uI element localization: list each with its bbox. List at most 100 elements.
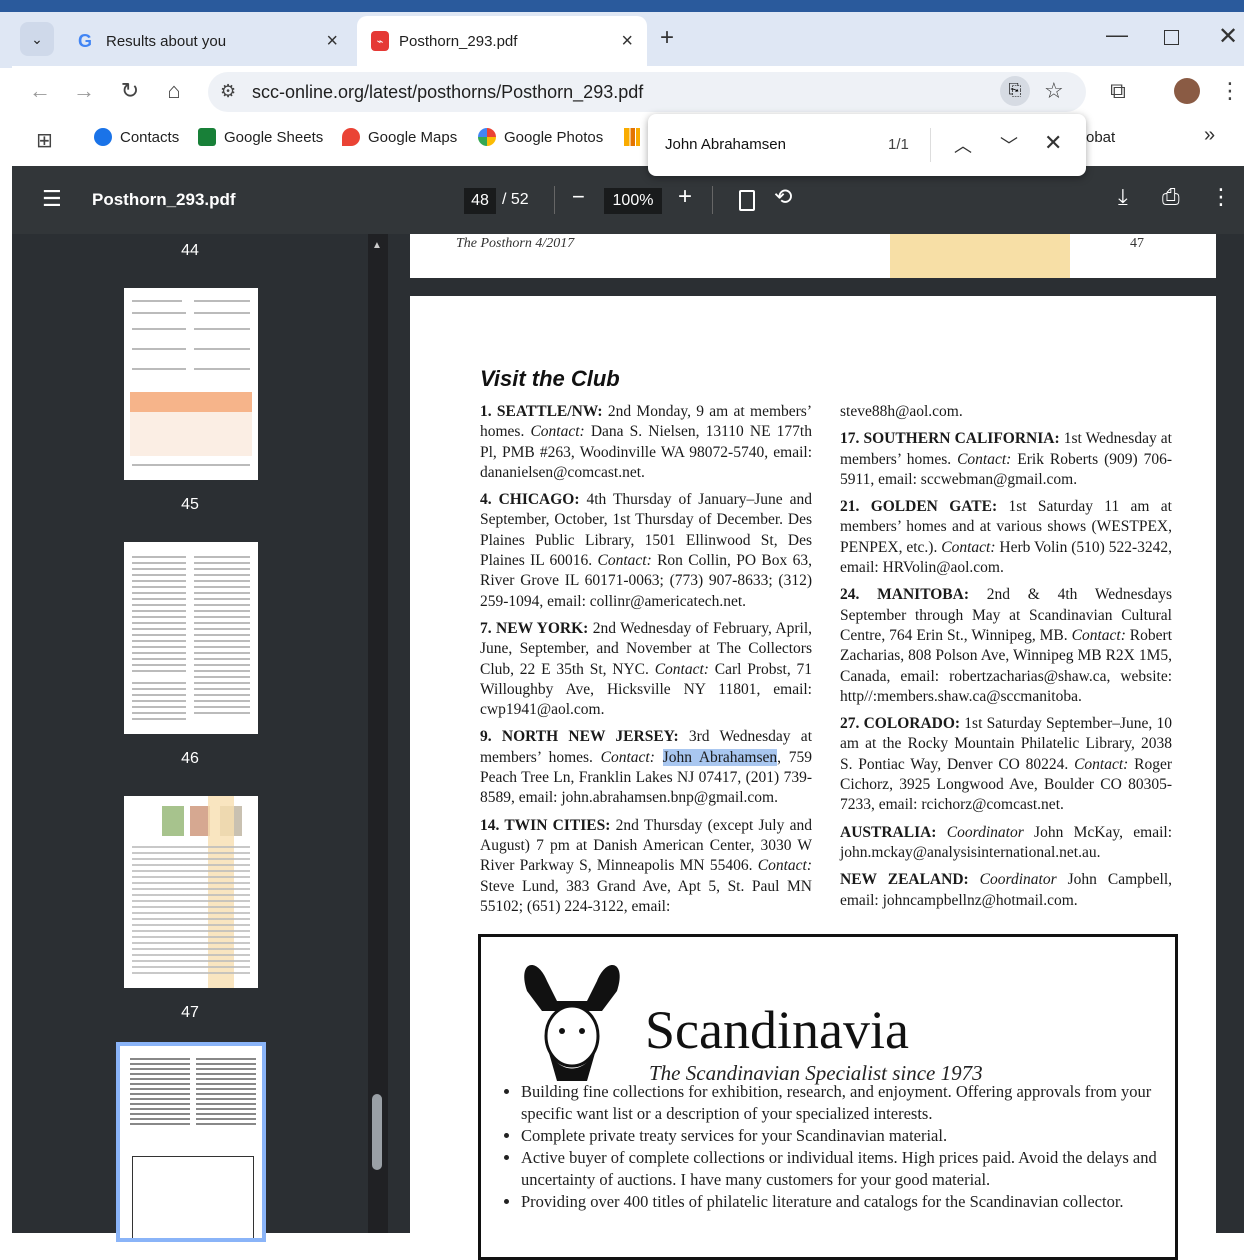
pdf-icon: ⌁ [371,31,389,51]
rotate-icon[interactable]: ⟲ [774,184,792,210]
bookmark-google-maps[interactable]: Google Maps [342,128,457,146]
pdf-filename: Posthorn_293.pdf [92,190,236,209]
page-footer-right: 47 [1130,236,1144,251]
tab-posthorn-pdf[interactable]: ⌁ Posthorn_293.pdf × [357,16,647,66]
bookmark-partial[interactable]: obat [1086,129,1115,146]
tab-title: Results about you [106,32,227,50]
bookmark-contacts[interactable]: Contacts [94,128,179,146]
maps-icon [342,128,360,146]
bookmark-label: Google Sheets [224,128,324,146]
club-entry-continued: steve88h@aol.com. [840,403,963,420]
address-bar[interactable]: ⚙ scc-online.org/latest/posthorns/Postho… [208,72,1086,112]
maximize-icon[interactable] [1164,30,1179,45]
minimize-icon[interactable]: — [1106,22,1128,48]
previous-page: The Posthorn 4/2017 47 [410,234,1216,278]
contacts-icon [94,128,112,146]
page-label: 45 [181,496,199,513]
more-options-icon[interactable]: ⋮ [1210,184,1232,210]
reload-icon[interactable]: ↻ [116,78,144,104]
find-count: 1/1 [888,136,909,153]
scroll-up-icon[interactable]: ▲ [372,240,382,251]
page-label: 46 [181,750,199,767]
page-thumbnail-selected[interactable] [116,1042,266,1242]
divider [712,186,713,214]
club-entry: 17. SOUTHERN CALIFORNIA: 1st Wednesday a… [840,430,1173,488]
club-entry: 14. TWIN CITIES: 2nd Thursday (except Ju… [480,816,812,915]
tab-results-about-you[interactable]: G Results about you × [62,16,352,66]
google-icon: G [77,30,92,51]
download-icon[interactable]: ⤓ [1118,184,1128,210]
apps-icon[interactable]: ⊞ [36,128,53,153]
more-bookmarks-icon[interactable]: » [1204,124,1215,147]
thumbnail-sidebar: 44 45 46 47 [12,234,368,1242]
search-highlight: John Abrahamsen [662,748,778,766]
ad-bullet: Complete private treaty services for you… [521,1125,1161,1147]
club-entry: 24. MANITOBA: 2nd & 4th Wednesdays Septe… [840,586,1172,705]
article-heading: Visit the Club [480,366,620,391]
club-entry: AUSTRALIA: Coordinator John McKay, email… [840,823,1173,861]
page-label: 44 [181,242,199,259]
scrollbar-thumb[interactable] [372,1094,382,1170]
tab-search-button[interactable]: ⌄ [20,22,54,56]
zoom-input[interactable]: 100% [604,188,662,214]
lens-icon[interactable]: ⎘ [1000,76,1030,106]
menu-icon[interactable]: ⋮ [1216,78,1244,104]
sidebar-menu-icon[interactable]: ☰ [42,186,62,212]
page-thumbnail[interactable] [124,542,258,734]
fit-page-icon[interactable] [739,190,755,211]
home-icon[interactable]: ⌂ [160,78,188,104]
current-page: Visit the Club 1. SEATTLE/NW: 2nd Monday… [410,296,1216,1260]
find-input[interactable]: John Abrahamsen [665,136,786,153]
pdf-toolbar: ☰ Posthorn_293.pdf 48 / 52 − 100% + ⟲ ⤓ … [12,166,1244,234]
new-tab-button[interactable]: + [660,24,674,52]
viking-logo [524,964,620,1081]
site-info-icon[interactable]: ⚙ [220,81,236,102]
extensions-icon[interactable]: ⧉ [1104,78,1132,104]
club-entry: 7. NEW YORK: 2nd Wednesday of February, … [480,619,813,719]
club-entry: 21. GOLDEN GATE: 1st Saturday 11 am at m… [840,498,1172,577]
left-column: 1. SEATTLE/NW: 2nd Monday, 9 am at membe… [480,402,812,924]
find-previous-icon[interactable]: ︿ [954,132,972,158]
browser-toolbar: ← → ↻ ⌂ ⚙ scc-online.org/latest/posthorn… [12,66,1244,118]
close-tab-icon[interactable]: × [326,30,338,53]
page-thumbnail[interactable] [124,796,258,988]
bookmark-label: Google Photos [504,128,604,146]
zoom-out-icon[interactable]: − [572,184,585,210]
find-bar: John Abrahamsen 1/1 ︿ ﹀ ✕ [648,114,1086,176]
club-entry: 1. SEATTLE/NW: 2nd Monday, 9 am at membe… [480,403,812,481]
analytics-icon[interactable] [624,128,640,146]
avatar[interactable] [1174,78,1200,104]
print-icon[interactable]: ⎙ [1162,184,1180,210]
scrollbar[interactable]: ▲ [368,234,388,1233]
right-column: steve88h@aol.com. 17. SOUTHERN CALIFORNI… [840,402,1172,918]
club-entry: 9. NORTH NEW JERSEY: 3rd Wednesday at me… [480,728,813,807]
tab-strip: ⌄ G Results about you × ⌁ Posthorn_293.p… [0,0,1244,68]
url-text[interactable]: scc-online.org/latest/posthorns/Posthorn… [252,82,643,103]
club-entry: 4. CHICAGO: 4th Thursday of January–June… [480,491,812,610]
page-thumbnail[interactable] [124,288,258,480]
club-entry: NEW ZEALAND: Coordinator John Campbell, … [840,871,1173,909]
forward-icon[interactable]: → [70,78,98,104]
highlight-strip [890,234,1070,278]
close-tab-icon[interactable]: × [621,30,633,53]
ad-bullet: Building fine collections for exhibition… [521,1081,1161,1125]
bookmark-star-icon[interactable]: ☆ [1044,78,1064,104]
sheets-icon [198,128,216,146]
bookmark-label: Google Maps [368,128,458,146]
ad-bullet: Providing over 400 titles of philatelic … [521,1191,1161,1213]
find-next-icon[interactable]: ﹀ [1000,132,1018,158]
scandinavia-advertisement: Scandinavia The Scandinavian Specialist … [478,934,1178,1260]
back-icon[interactable]: ← [26,78,54,104]
bookmark-google-sheets[interactable]: Google Sheets [198,128,323,146]
find-close-icon[interactable]: ✕ [1044,130,1062,156]
pdf-viewer: The Posthorn 4/2017 47 Visit the Club 1.… [388,234,1244,1260]
close-window-icon[interactable]: ✕ [1218,22,1238,51]
bookmark-google-photos[interactable]: Google Photos [478,128,603,146]
page-number-input[interactable]: 48 [464,188,496,214]
zoom-in-icon[interactable]: + [678,183,692,211]
divider [554,186,555,214]
ad-bullet: Active buyer of complete collections or … [521,1147,1161,1191]
tab-title: Posthorn_293.pdf [399,32,518,50]
club-entry: 27. COLORADO: 1st Saturday September–Jun… [840,715,1172,814]
ad-bullets: Building fine collections for exhibition… [501,1081,1161,1213]
